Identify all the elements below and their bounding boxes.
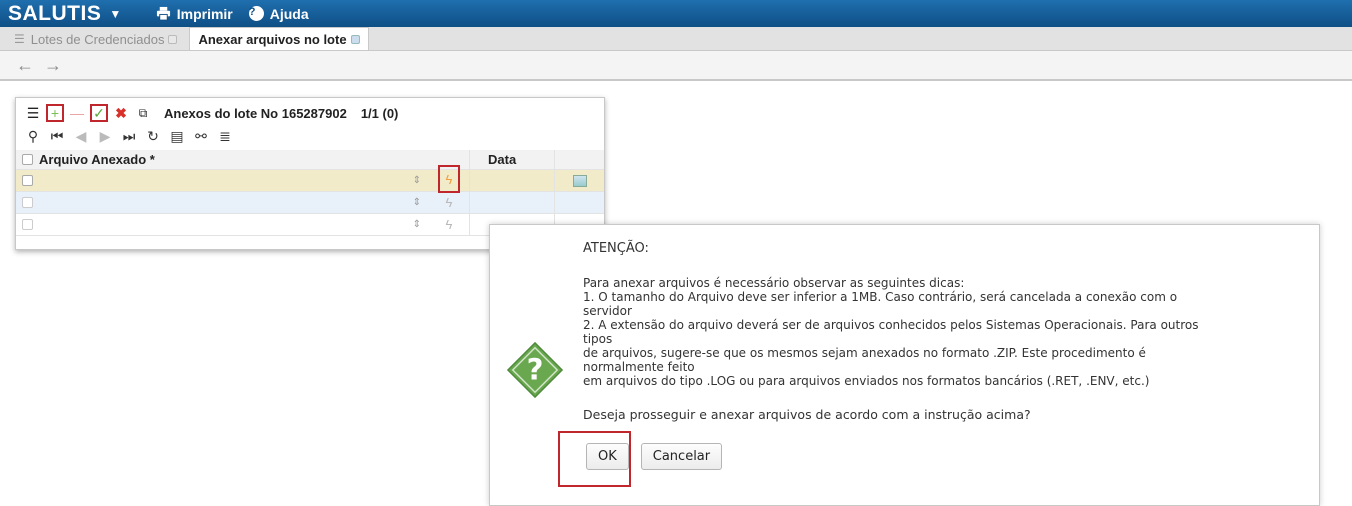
- help-label: Ajuda: [269, 5, 309, 22]
- next-page-icon[interactable]: ▶: [96, 127, 114, 145]
- svg-text:?: ?: [527, 353, 544, 387]
- row-checkbox[interactable]: [22, 175, 33, 186]
- cancel-button[interactable]: Cancelar: [640, 443, 723, 470]
- close-tab-icon[interactable]: [350, 34, 360, 44]
- table-row[interactable]: ⇕ ϟ: [16, 192, 604, 214]
- header-file-column[interactable]: Arquivo Anexado *: [16, 150, 429, 169]
- select-all-checkbox[interactable]: [22, 154, 33, 165]
- printer-icon: [156, 6, 170, 21]
- ok-button[interactable]: OK: [586, 443, 629, 470]
- dialog-line: em arquivos do tipo .LOG ou para arquivo…: [583, 374, 1150, 388]
- forward-arrow-icon[interactable]: →: [44, 55, 62, 76]
- sort-spinner-icon[interactable]: ⇕: [413, 197, 421, 208]
- cancel-x-button[interactable]: ✖: [112, 104, 130, 122]
- brand-menu[interactable]: SALUTIS ▼: [0, 2, 122, 26]
- row-checkbox[interactable]: [22, 197, 33, 208]
- confirm-check-button[interactable]: ✓: [90, 104, 108, 122]
- list-view-icon[interactable]: ☰: [24, 104, 42, 122]
- document-icon[interactable]: ▤: [168, 127, 186, 145]
- dialog-buttons: OK Cancelar: [586, 443, 723, 470]
- dialog-line: 1. O tamanho do Arquivo deve ser inferio…: [583, 290, 1178, 304]
- help-menu-item[interactable]: ? Ajuda: [248, 5, 309, 22]
- dialog-heading: ATENÇÃO:: [583, 241, 649, 256]
- top-bar: SALUTIS ▼ Imprimir ? Ajuda: [0, 0, 1352, 27]
- pager-count: 1/1 (0): [360, 105, 399, 121]
- export-icon[interactable]: ⧉: [134, 104, 152, 122]
- brand-label: SALUTIS: [8, 1, 102, 25]
- columns-icon[interactable]: ≣: [216, 127, 234, 145]
- tab-anexar-arquivos[interactable]: Anexar arquivos no lote: [189, 27, 369, 50]
- dialog-question: Deseja prosseguir e anexar arquivos de a…: [583, 407, 1031, 422]
- row-checkbox[interactable]: [22, 219, 33, 230]
- upload-bolt-button[interactable]: ϟ: [438, 165, 460, 193]
- tab-label: Lotes de Credenciados: [30, 31, 165, 47]
- chevron-down-icon: ▼: [109, 6, 122, 21]
- grid-header: Arquivo Anexado * Data: [16, 150, 604, 170]
- search-icon[interactable]: ⚲: [24, 127, 42, 145]
- tab-bar: ☰ Lotes de Credenciados Anexar arquivos …: [0, 27, 1352, 51]
- navigation-bar: ← →: [0, 51, 1352, 81]
- dialog-line: servidor: [583, 304, 632, 318]
- top-menu: Imprimir ? Ajuda: [156, 6, 325, 22]
- date-cell[interactable]: [469, 170, 554, 191]
- dialog-line: 2. A extensão do arquivo deverá ser de a…: [583, 318, 1199, 332]
- header-date-column[interactable]: Data: [469, 150, 554, 169]
- close-tab-icon[interactable]: [168, 34, 178, 44]
- refresh-icon[interactable]: ↻: [144, 127, 162, 145]
- print-label: Imprimir: [176, 5, 233, 22]
- upload-bolt-button[interactable]: ϟ: [438, 192, 460, 214]
- sort-spinner-icon[interactable]: ⇕: [413, 219, 421, 230]
- back-arrow-icon[interactable]: ←: [16, 55, 34, 76]
- tab-lotes-de-credenciados[interactable]: ☰ Lotes de Credenciados: [0, 28, 185, 50]
- upload-bolt-button[interactable]: ϟ: [438, 214, 460, 236]
- image-preview-icon[interactable]: [572, 174, 587, 187]
- panel-toolbar: ☰ + — ✓ ✖ ⧉ Anexos do lote No 165287902 …: [24, 102, 398, 124]
- print-menu-item[interactable]: Imprimir: [156, 6, 233, 22]
- sort-spinner-icon[interactable]: ⇕: [413, 175, 421, 186]
- dialog-line: Para anexar arquivos é necessário observ…: [583, 276, 965, 290]
- table-row[interactable]: ⇕ ϟ: [16, 165, 604, 193]
- add-row-button[interactable]: +: [46, 104, 64, 122]
- dialog-line: tipos: [583, 332, 613, 346]
- previous-page-icon[interactable]: ◀: [72, 127, 90, 145]
- link-icon[interactable]: ⚯: [192, 127, 210, 145]
- panel-title: Anexos do lote No 165287902: [164, 105, 347, 121]
- confirmation-dialog: ? ATENÇÃO: Para anexar arquivos é necess…: [489, 224, 1320, 506]
- tab-label: Anexar arquivos no lote: [198, 31, 347, 47]
- last-page-icon[interactable]: ⏭: [120, 127, 138, 145]
- remove-row-button[interactable]: —: [68, 104, 86, 122]
- help-icon: ?: [248, 6, 264, 21]
- panel-toolbar-secondary: ⚲ ⏮ ◀ ▶ ⏭ ↻ ▤ ⚯ ≣: [24, 126, 240, 146]
- dialog-line: de arquivos, sugere-se que os mesmos sej…: [583, 346, 1146, 360]
- question-icon: ?: [506, 341, 564, 399]
- list-icon: ☰: [14, 32, 25, 46]
- date-cell[interactable]: [469, 192, 554, 213]
- first-page-icon[interactable]: ⏮: [48, 127, 66, 145]
- dialog-line: normalmente feito: [583, 360, 695, 374]
- header-label: Data: [488, 152, 517, 167]
- header-label: Arquivo Anexado *: [39, 152, 155, 167]
- dialog-message: ATENÇÃO: Para anexar arquivos é necessár…: [583, 242, 1303, 422]
